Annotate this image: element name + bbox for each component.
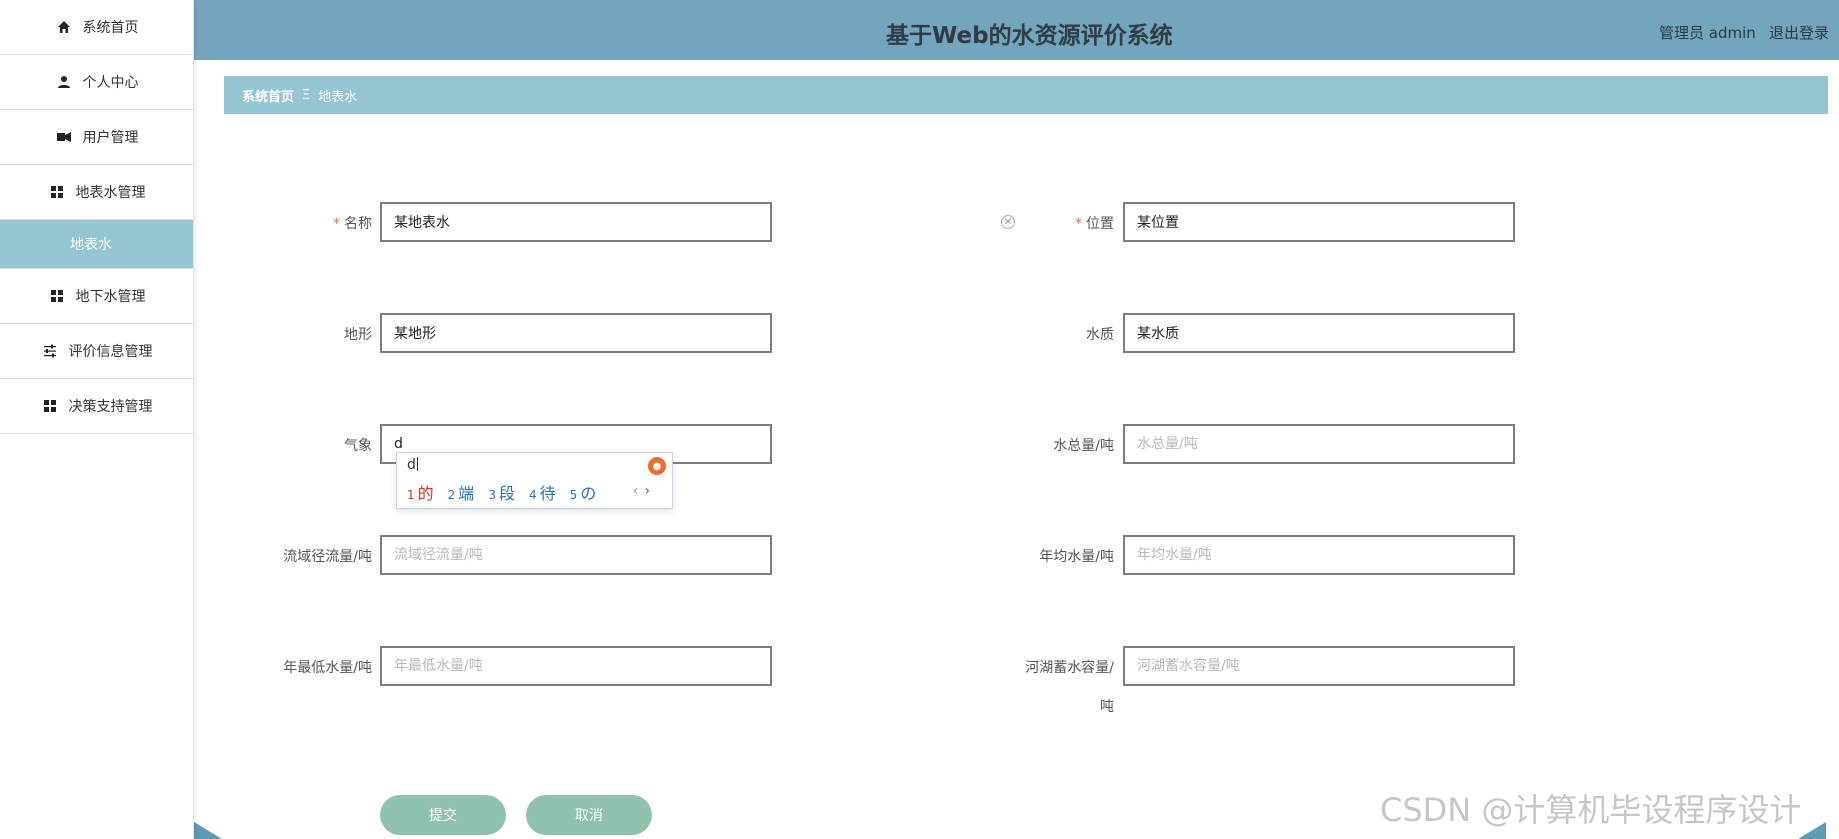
location-label: * 位置 <box>1075 216 1114 232</box>
water-quality-label: 水质 <box>1086 327 1114 343</box>
annual-avg-input[interactable] <box>1123 535 1515 575</box>
terrain-input[interactable] <box>380 313 772 353</box>
user-label: 管理员 admin <box>1659 24 1756 42</box>
top-header: 基于Web的水资源评价系统 管理员 admin 退出登录 <box>194 0 1839 60</box>
logout-link[interactable]: 退出登录 <box>1769 22 1829 43</box>
sidebar-item-label: 地下水管理 <box>75 289 146 305</box>
sidebar-item-label: 决策支持管理 <box>68 399 153 415</box>
ime-candidate[interactable]: 1的 <box>407 480 434 504</box>
weather-label: 气象 <box>344 438 372 454</box>
annual-min-input[interactable] <box>380 646 772 686</box>
sidebar-item-profile[interactable]: 个人中心 <box>0 55 193 110</box>
watermark: CSDN @计算机毕设程序设计 <box>1380 791 1802 829</box>
cancel-button[interactable]: 取消 <box>526 795 652 835</box>
sidebar-item-label: 系统首页 <box>82 20 139 36</box>
total-water-input[interactable] <box>1123 424 1515 464</box>
sidebar: 系统首页 个人中心 用户管理 地表水管理 地表水 地下水管理 评价信息管理 决策… <box>0 0 194 839</box>
ime-typed-text: d <box>407 457 416 473</box>
breadcrumb-separator-icon: Ξ <box>302 87 311 103</box>
total-water-label: 水总量/吨 <box>1053 438 1114 454</box>
annual-min-label: 年最低水量/吨 <box>283 660 372 676</box>
sidebar-item-label: 个人中心 <box>82 75 139 91</box>
sidebar-item-home[interactable]: 系统首页 <box>0 0 193 55</box>
decorative-corner <box>1798 822 1826 839</box>
decorative-corner <box>194 822 222 839</box>
name-label: * 名称 <box>333 216 372 232</box>
sliders-icon <box>41 342 59 360</box>
location-input[interactable] <box>1123 202 1515 242</box>
sidebar-item-label: 地表水 <box>70 237 112 253</box>
ime-candidate[interactable]: 4待 <box>529 480 556 504</box>
grid-icon <box>48 183 66 201</box>
ime-candidate[interactable]: 3段 <box>488 480 515 504</box>
breadcrumb-current: 地表水 <box>318 89 358 105</box>
name-input[interactable] <box>380 202 772 242</box>
annual-avg-label: 年均水量/吨 <box>1039 549 1114 565</box>
runoff-label: 流域径流量/吨 <box>283 549 372 565</box>
lake-storage-input[interactable] <box>1123 646 1515 686</box>
sidebar-item-label: 地表水管理 <box>75 185 146 201</box>
water-quality-input[interactable] <box>1123 313 1515 353</box>
home-icon <box>55 18 73 36</box>
ime-logo-icon[interactable]: ● <box>648 457 666 475</box>
terrain-label: 地形 <box>344 327 372 343</box>
ime-candidate-list: 1的 2端 3段 4待 5の <box>407 480 610 504</box>
sidebar-item-users[interactable]: 用户管理 <box>0 110 193 165</box>
sidebar-item-decision-mgmt[interactable]: 决策支持管理 <box>0 379 193 434</box>
sidebar-item-evaluation-mgmt[interactable]: 评价信息管理 <box>0 324 193 379</box>
grid-icon <box>41 397 59 415</box>
sidebar-item-label: 评价信息管理 <box>68 344 153 360</box>
breadcrumb: 系统首页 Ξ 地表水 <box>224 76 1828 114</box>
lake-storage-label: 河湖蓄水容量/ 吨 <box>1025 660 1114 715</box>
runoff-input[interactable] <box>380 535 772 575</box>
sidebar-item-groundwater-mgmt[interactable]: 地下水管理 <box>0 269 193 324</box>
page-title: 基于Web的水资源评价系统 <box>886 23 1173 49</box>
submit-button[interactable]: 提交 <box>380 795 506 835</box>
chevron-left-icon[interactable]: ‹ <box>633 483 639 499</box>
ime-candidate[interactable]: 5の <box>570 480 597 504</box>
ime-page-arrows: ‹ › <box>633 483 650 499</box>
user-icon <box>55 73 73 91</box>
ime-candidate-popup: d ● 1的 2端 3段 4待 5の ‹ › <box>396 452 673 509</box>
breadcrumb-home[interactable]: 系统首页 <box>242 86 294 105</box>
sidebar-item-label: 用户管理 <box>82 130 139 146</box>
sidebar-item-surface-water-mgmt[interactable]: 地表水管理 <box>0 165 193 220</box>
chevron-right-icon[interactable]: › <box>644 483 650 499</box>
users-icon <box>55 128 73 146</box>
grid-icon <box>48 287 66 305</box>
sidebar-item-surface-water[interactable]: 地表水 <box>0 220 193 269</box>
ime-candidate[interactable]: 2端 <box>448 480 475 504</box>
